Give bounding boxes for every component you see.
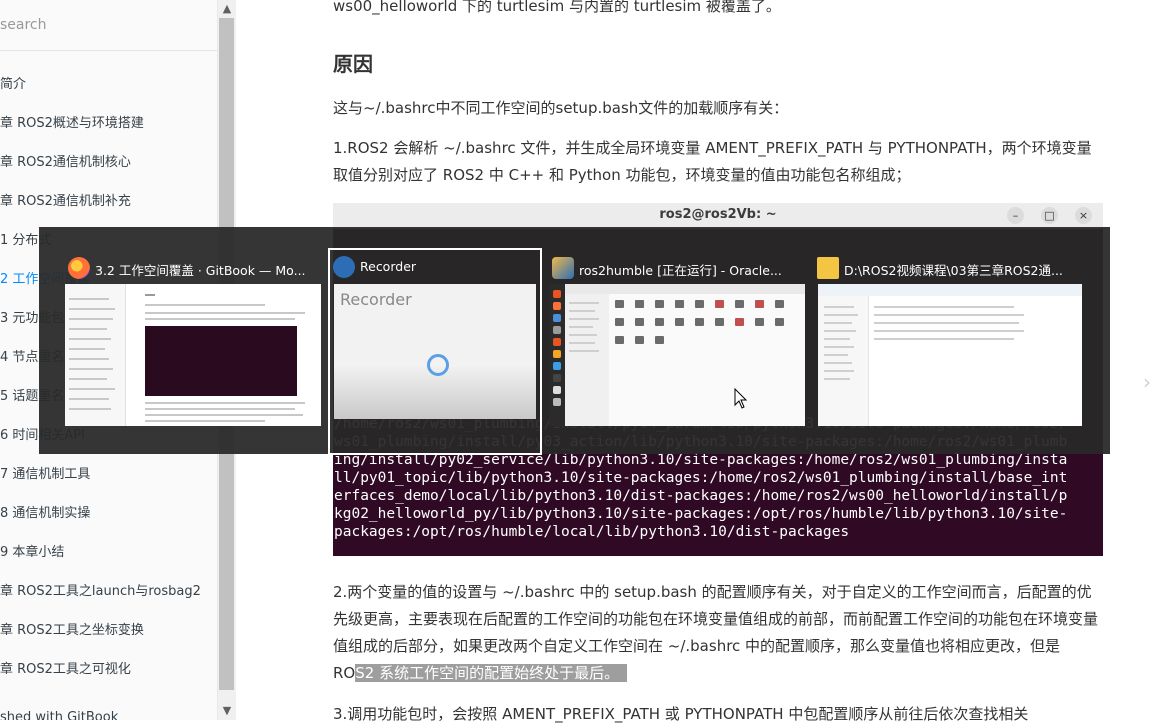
scroll-down-arrow-icon[interactable]: ▼ [221, 705, 233, 717]
toc-item-chapter5[interactable]: 章 ROS2工具之坐标变换 [0, 619, 144, 638]
mouse-pointer-icon [734, 388, 748, 409]
recorder-icon [333, 256, 355, 278]
switcher-window-explorer[interactable]: D:\ROS2视频课程\03第三章ROS2通... [814, 251, 1084, 431]
scroll-up-arrow-icon[interactable]: ▲ [221, 3, 233, 15]
window-thumbnail [818, 284, 1082, 426]
search-box[interactable]: search [0, 0, 217, 51]
toc-item-chapter4[interactable]: 章 ROS2工具之launch与rosbag2 [0, 580, 201, 599]
folder-icon [817, 257, 839, 279]
terminal-titlebar: ros2@ros2Vb: ~ – □ × [333, 203, 1103, 229]
toc-item-chapter1[interactable]: 章 ROS2概述与环境搭建 [0, 112, 144, 131]
paragraph-4: 3.调用功能包时，会按照 AMENT_PREFIX_PATH 或 PYTHONP… [333, 705, 1029, 723]
paragraph-2: 1.ROS2 会解析 ~/.bashrc 文件，并生成全局环境变量 AMENT_… [333, 139, 1092, 184]
firefox-icon [68, 257, 90, 279]
vm-dock [549, 284, 565, 426]
switcher-window-virtualbox[interactable]: ros2humble [正在运行] - Oracle... [549, 251, 819, 431]
window-thumbnail [65, 284, 321, 426]
window-thumbnail: Recorder [334, 284, 536, 419]
toc-item-intro[interactable]: 简介 [0, 73, 26, 92]
paragraph-3: 2.两个变量的值的设置与 ~/.bashrc 中的 setup.bash 的配置… [333, 579, 1105, 687]
minimize-icon: – [1007, 207, 1024, 224]
chevron-right-icon[interactable]: › [1143, 370, 1151, 394]
toc-item-3-8[interactable]: 8 通信机制实操 [0, 502, 90, 521]
close-icon: × [1075, 207, 1092, 224]
toc-item-chapter6[interactable]: 章 ROS2工具之可视化 [0, 658, 131, 677]
paragraph-1: 这与~/.bashrc中不同工作空间的setup.bash文件的加载顺序有关： [333, 99, 789, 117]
loading-spinner-icon [427, 354, 449, 376]
paragraph-3-highlight: S2 系统工作空间的配置始终处于最后。 [355, 664, 628, 682]
window-switcher: 3.2 工作空间覆盖 · GitBook — Mo... Recorder Re… [39, 227, 1110, 455]
window-thumbnail [549, 284, 805, 426]
paragraph-intro: ws00_helloworld 下的 turtlesim 与内置的 turtle… [333, 0, 781, 15]
gitbook-footer-link[interactable]: shed with GitBook [0, 710, 118, 720]
toc-item-3-9[interactable]: 9 本章小结 [0, 541, 64, 560]
search-input[interactable]: search [0, 17, 47, 33]
terminal-title: ros2@ros2Vb: ~ [659, 207, 777, 222]
toc-item-3-7[interactable]: 7 通信机制工具 [0, 463, 90, 482]
section-heading: 原因 [333, 52, 373, 76]
switcher-window-firefox[interactable]: 3.2 工作空间覆盖 · GitBook — Mo... [65, 251, 335, 431]
toc-item-chapter3[interactable]: 章 ROS2通信机制补充 [0, 190, 131, 209]
switcher-window-title: D:\ROS2视频课程\03第三章ROS2通... [844, 263, 1063, 278]
switcher-window-recorder[interactable]: Recorder Recorder [328, 248, 542, 455]
maximize-icon: □ [1041, 207, 1058, 224]
switcher-window-title: Recorder [360, 259, 417, 274]
virtualbox-icon [552, 257, 574, 279]
switcher-window-title: 3.2 工作空间覆盖 · GitBook — Mo... [95, 263, 306, 278]
toc-item-chapter2[interactable]: 章 ROS2通信机制核心 [0, 151, 131, 170]
recorder-content-label: Recorder [340, 290, 412, 309]
switcher-window-title: ros2humble [正在运行] - Oracle... [579, 263, 782, 278]
